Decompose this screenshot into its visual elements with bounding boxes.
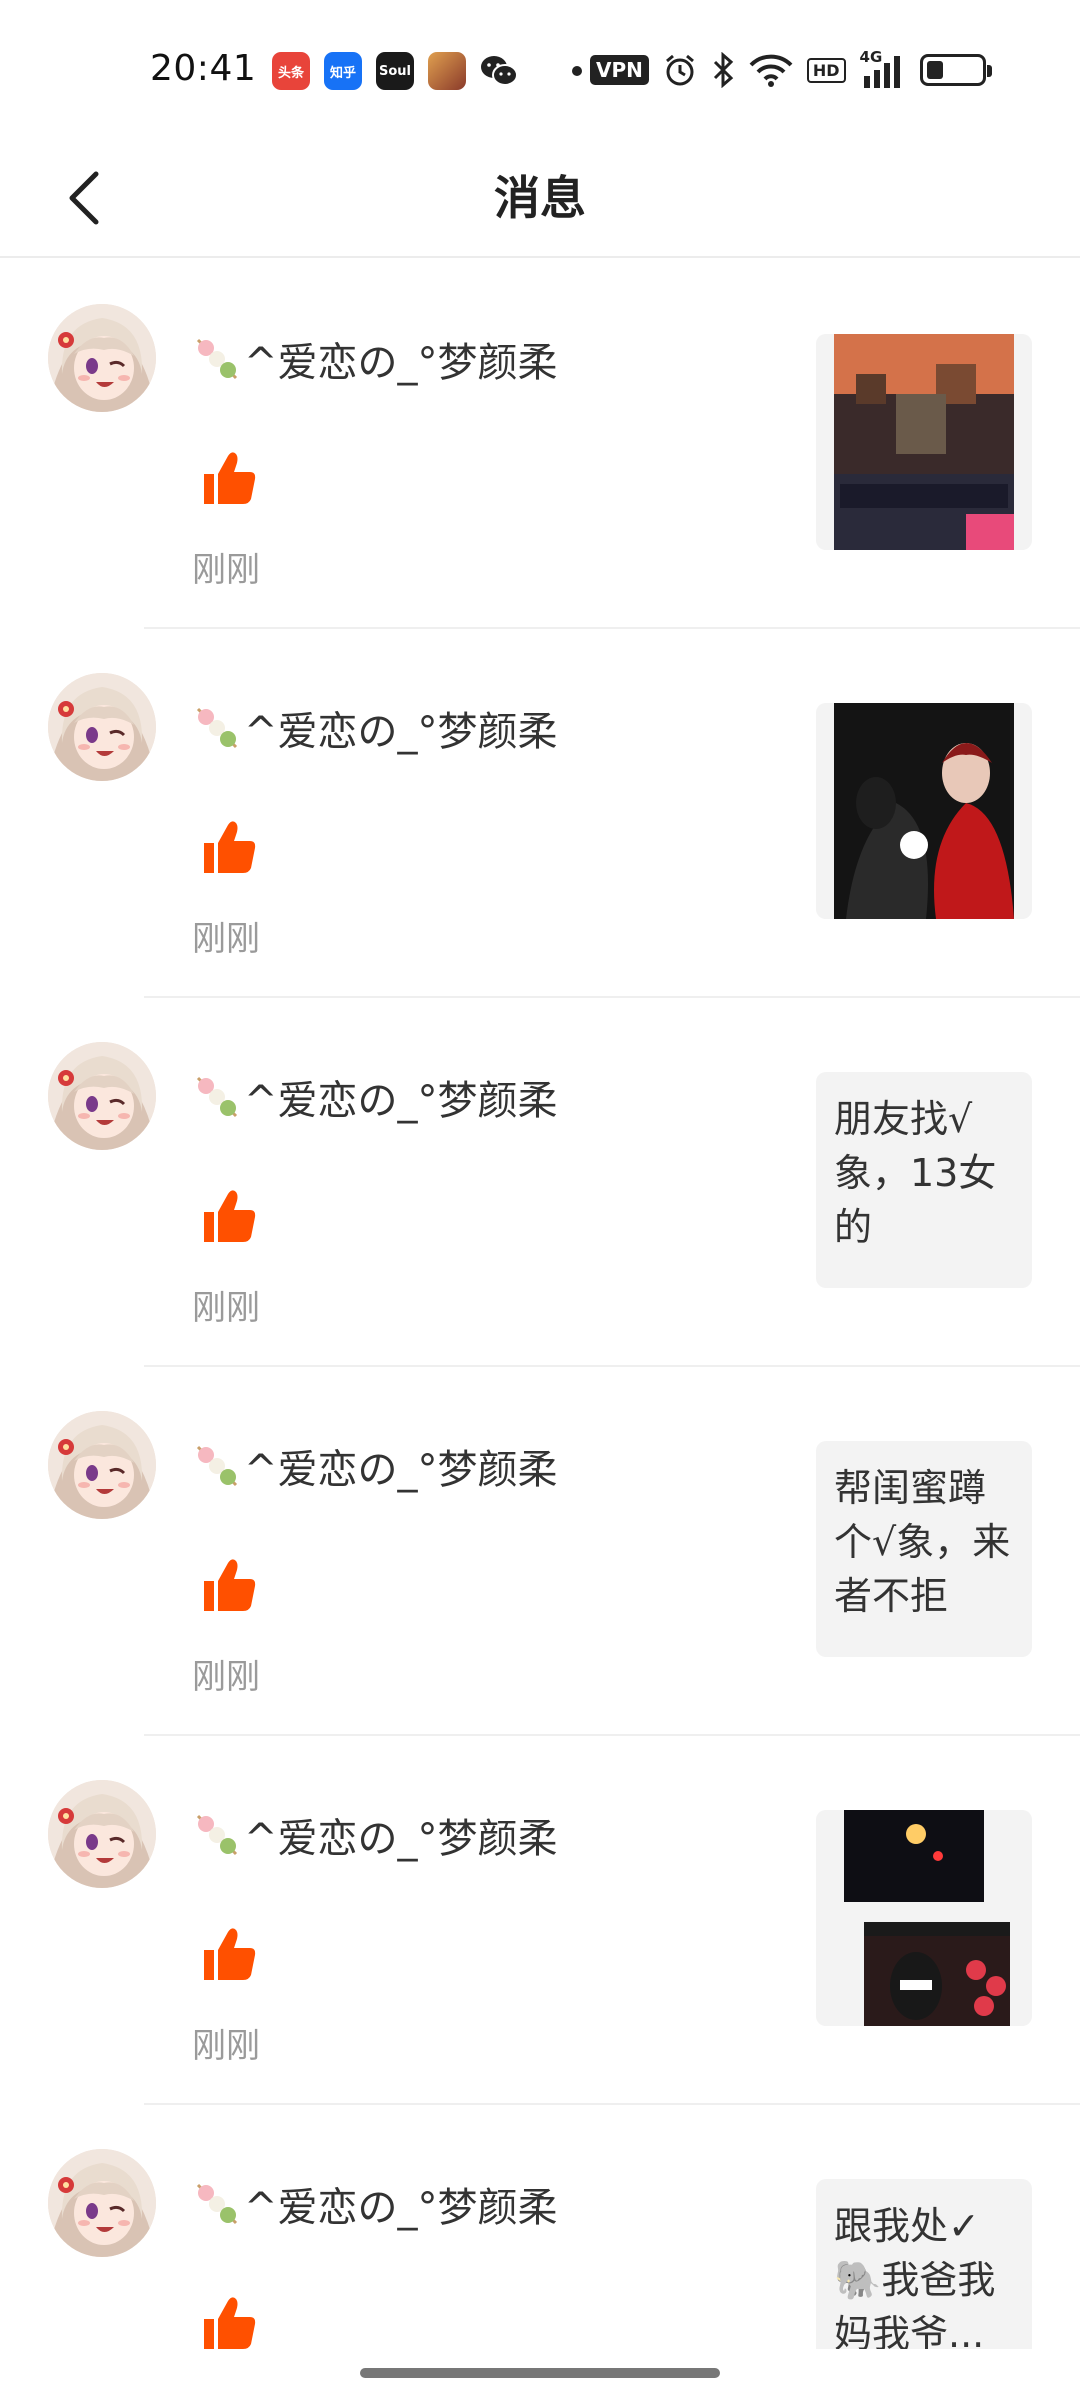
avatar[interactable] — [48, 1780, 156, 1888]
thumbs-up-icon — [200, 2295, 258, 2353]
dango-emoji-icon — [192, 703, 242, 753]
message-item[interactable]: ^爱恋の_°梦颜柔 刚刚 帮闺蜜蹲个√象，来者不拒 — [0, 1367, 1080, 1736]
battery-icon — [919, 54, 992, 86]
avatar[interactable] — [48, 1411, 156, 1519]
username[interactable]: ^爱恋の_°梦颜柔 — [192, 1437, 558, 1495]
thumbs-up-icon — [200, 1188, 258, 1246]
username[interactable]: ^爱恋の_°梦颜柔 — [192, 699, 558, 757]
post-preview-text: 帮闺蜜蹲个√象，来者不拒 — [834, 1466, 1011, 1618]
dango-emoji-icon — [192, 2179, 242, 2229]
message-time: 刚刚 — [192, 1288, 260, 1328]
message-item[interactable]: ^爱恋の_°梦颜柔 跟我处✓🐘我爸我妈我爷... — [0, 2105, 1080, 2400]
thumbs-up-icon — [200, 1557, 258, 1615]
header-bar: 消息 — [0, 140, 1080, 258]
post-thumbnail[interactable] — [816, 1810, 1032, 2026]
message-item[interactable]: ^爱恋の_°梦颜柔 刚刚 — [0, 1736, 1080, 2105]
avatar[interactable] — [48, 1042, 156, 1150]
post-preview-text: 跟我处✓🐘我爸我妈我爷... — [834, 2204, 996, 2349]
post-text-preview[interactable]: 朋友找√象，13女的 — [816, 1072, 1032, 1288]
post-preview-text: 朋友找√象，13女的 — [834, 1097, 997, 1249]
photo-image — [816, 703, 1032, 919]
message-time: 刚刚 — [192, 2026, 260, 2066]
page-title: 消息 — [494, 171, 586, 225]
post-thumbnail[interactable] — [816, 334, 1032, 550]
signal-icon: 4G — [860, 48, 906, 88]
collage-image — [816, 1810, 1032, 2026]
bluetooth-icon — [713, 52, 734, 88]
toutiao-app-icon: 头条 — [272, 52, 310, 90]
thumbs-up-icon — [200, 819, 258, 877]
status-bar: 20:41 头条 知乎 Soul VPN HD 4G — [0, 0, 1080, 140]
game-screenshot-image — [816, 334, 1032, 550]
message-time: 刚刚 — [192, 550, 260, 590]
username[interactable]: ^爱恋の_°梦颜柔 — [192, 330, 558, 388]
vpn-badge: VPN — [590, 55, 649, 85]
username[interactable]: ^爱恋の_°梦颜柔 — [192, 2175, 558, 2233]
dango-emoji-icon — [192, 1072, 242, 1122]
message-item[interactable]: ^爱恋の_°梦颜柔 刚刚 — [0, 629, 1080, 998]
system-icons: VPN HD 4G — [590, 48, 992, 88]
dango-emoji-icon — [192, 334, 242, 384]
username[interactable]: ^爱恋の_°梦颜柔 — [192, 1068, 558, 1126]
message-time: 刚刚 — [192, 919, 260, 959]
thumbs-up-icon — [200, 1926, 258, 1984]
username[interactable]: ^爱恋の_°梦颜柔 — [192, 1806, 558, 1864]
status-time: 20:41 — [150, 48, 257, 89]
game-app-icon — [428, 52, 466, 90]
wechat-icon — [480, 52, 518, 90]
home-indicator[interactable] — [360, 2368, 720, 2378]
dango-emoji-icon — [192, 1810, 242, 1860]
avatar[interactable] — [48, 673, 156, 781]
thumbs-up-icon — [200, 450, 258, 508]
message-item[interactable]: ^爱恋の_°梦颜柔 刚刚 — [0, 260, 1080, 629]
soul-app-icon: Soul — [376, 52, 414, 90]
notification-icons: 头条 知乎 Soul — [272, 52, 582, 90]
wifi-icon — [749, 54, 793, 87]
avatar[interactable] — [48, 304, 156, 412]
post-text-preview[interactable]: 帮闺蜜蹲个√象，来者不拒 — [816, 1441, 1032, 1657]
avatar[interactable] — [48, 2149, 156, 2257]
message-item[interactable]: ^爱恋の_°梦颜柔 刚刚 朋友找√象，13女的 — [0, 998, 1080, 1367]
zhihu-app-icon: 知乎 — [324, 52, 362, 90]
message-list: ^爱恋の_°梦颜柔 刚刚 ^爱恋の_°梦颜柔 刚刚 ^爱恋の_°梦颜柔 刚刚 朋… — [0, 260, 1080, 2400]
more-notifications-dot — [572, 66, 582, 76]
message-time: 刚刚 — [192, 1657, 260, 1697]
hd-badge: HD — [806, 57, 846, 83]
dango-emoji-icon — [192, 1441, 242, 1491]
alarm-icon — [665, 54, 694, 86]
post-thumbnail[interactable] — [816, 703, 1032, 919]
post-text-preview[interactable]: 跟我处✓🐘我爸我妈我爷... — [816, 2179, 1032, 2349]
